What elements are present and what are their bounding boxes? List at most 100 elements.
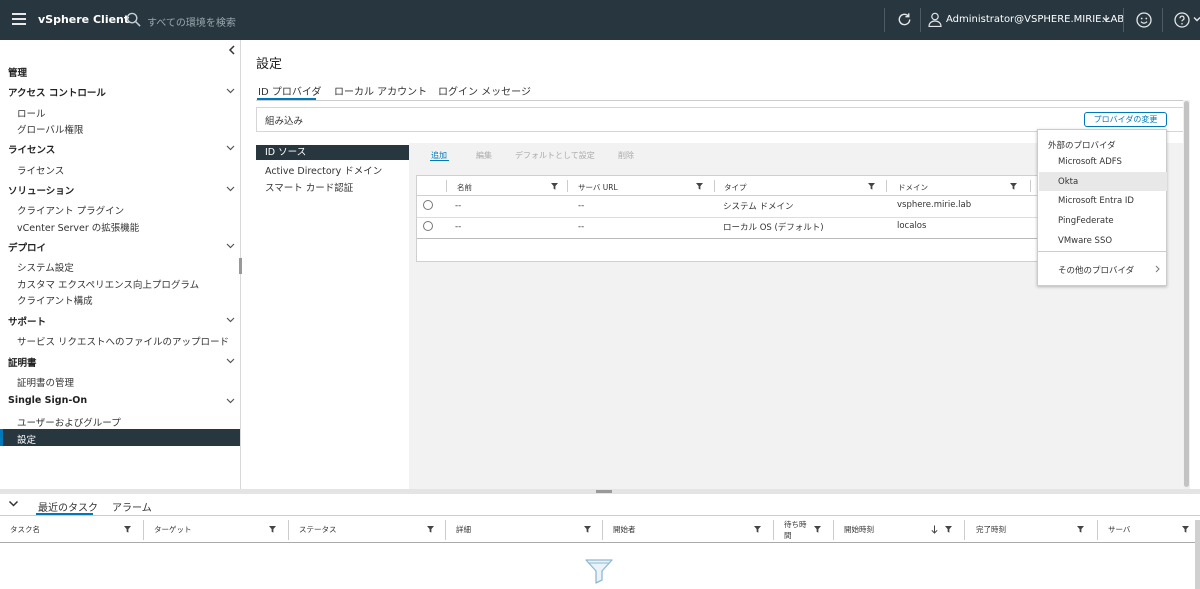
- filter-icon[interactable]: [1010, 183, 1017, 190]
- menu-item-microsoft-adfs[interactable]: Microsoft ADFS: [1058, 157, 1122, 167]
- hamburger-menu-icon[interactable]: [12, 13, 26, 25]
- column-separator[interactable]: [886, 180, 887, 192]
- sidebar-item-licenses[interactable]: ライセンス: [17, 163, 64, 177]
- nav-identity-sources[interactable]: ID ソース: [256, 145, 409, 160]
- filter-icon[interactable]: [427, 526, 434, 533]
- column-separator[interactable]: [964, 520, 965, 540]
- tab-local-accounts[interactable]: ローカル アカウント: [334, 83, 427, 98]
- chevron-down-icon[interactable]: [226, 358, 235, 364]
- column-separator[interactable]: [446, 180, 447, 192]
- column-header-server[interactable]: サーバ: [1108, 524, 1130, 535]
- chevron-down-icon[interactable]: [226, 145, 235, 151]
- help-icon[interactable]: [1174, 12, 1190, 28]
- sidebar-item-global-permissions[interactable]: グローバル権限: [17, 122, 83, 136]
- nav-smart-card-auth[interactable]: スマート カード認証: [265, 180, 353, 194]
- filter-icon[interactable]: [696, 183, 703, 190]
- sidebar-section-access-control[interactable]: アクセス コントロール: [8, 85, 106, 99]
- column-header-initiator[interactable]: 開始者: [613, 524, 636, 535]
- chevron-down-icon[interactable]: [226, 398, 235, 404]
- feedback-smiley-icon[interactable]: [1136, 12, 1152, 28]
- user-icon[interactable]: [928, 12, 942, 27]
- tab-recent-tasks[interactable]: 最近のタスク: [38, 499, 98, 514]
- menu-item-other-providers[interactable]: その他のプロバイダ: [1058, 264, 1134, 276]
- sidebar-item-client-plugins[interactable]: クライアント プラグイン: [17, 203, 124, 217]
- column-header-details[interactable]: 詳細: [456, 524, 471, 535]
- sidebar-item-upload-file[interactable]: サービス リクエストへのファイルのアップロード: [17, 334, 229, 348]
- sidebar-section-deployment[interactable]: デプロイ: [8, 240, 46, 254]
- chevron-down-icon[interactable]: [226, 186, 235, 192]
- column-header-server-url[interactable]: サーバ URL: [578, 182, 618, 193]
- column-header-type[interactable]: タイプ: [724, 182, 747, 193]
- sidebar-item-client-config[interactable]: クライアント構成: [17, 293, 93, 307]
- column-separator[interactable]: [602, 520, 603, 540]
- sidebar-section-certificates[interactable]: 証明書: [8, 355, 37, 369]
- filter-icon[interactable]: [269, 526, 276, 533]
- splitter-handle[interactable]: [596, 490, 612, 493]
- column-separator[interactable]: [773, 520, 774, 540]
- filter-icon[interactable]: [868, 183, 875, 190]
- column-separator[interactable]: [833, 520, 834, 540]
- sidebar-section-solutions[interactable]: ソリューション: [8, 183, 74, 197]
- column-header-start-time[interactable]: 開始時刻: [844, 524, 874, 535]
- column-header-status[interactable]: ステータス: [299, 524, 337, 535]
- refresh-icon[interactable]: [896, 11, 913, 28]
- filter-icon[interactable]: [754, 526, 761, 533]
- column-header-target[interactable]: ターゲット: [154, 524, 192, 535]
- chevron-down-icon[interactable]: [226, 88, 235, 94]
- chevron-down-icon[interactable]: [1101, 14, 1111, 24]
- sidebar-section-support[interactable]: サポート: [8, 314, 46, 328]
- filter-icon[interactable]: [584, 526, 591, 533]
- menu-item-microsoft-entra-id[interactable]: Microsoft Entra ID: [1058, 196, 1134, 206]
- tab-identity-provider[interactable]: ID プロバイダ: [258, 83, 321, 98]
- edit-button[interactable]: 編集: [476, 150, 492, 161]
- row-select-radio[interactable]: [423, 221, 433, 231]
- sort-descending-icon[interactable]: [931, 525, 938, 534]
- menu-item-vmware-sso[interactable]: VMware SSO: [1058, 236, 1112, 246]
- sidebar-item-ceip[interactable]: カスタマ エクスペリエンス向上プログラム: [17, 277, 199, 291]
- filter-icon[interactable]: [1077, 526, 1084, 533]
- column-header-domain[interactable]: ドメイン: [898, 182, 928, 193]
- column-separator[interactable]: [1097, 520, 1098, 540]
- filter-icon[interactable]: [945, 526, 952, 533]
- sidebar-item-cert-management[interactable]: 証明書の管理: [17, 375, 74, 389]
- column-separator[interactable]: [143, 520, 144, 540]
- filter-icon[interactable]: [124, 526, 131, 533]
- column-separator[interactable]: [288, 520, 289, 540]
- column-header-name[interactable]: 名前: [457, 182, 472, 193]
- chevron-right-icon[interactable]: [1155, 265, 1160, 273]
- column-header-completion-time[interactable]: 完了時刻: [976, 524, 1006, 535]
- global-search-input[interactable]: すべての環境を検索: [147, 14, 236, 29]
- collapse-panel-icon[interactable]: [8, 500, 19, 508]
- chevron-down-icon[interactable]: [226, 317, 235, 323]
- change-provider-button[interactable]: プロバイダの変更: [1084, 112, 1167, 127]
- collapse-sidebar-icon[interactable]: [228, 45, 236, 55]
- search-icon[interactable]: [126, 12, 141, 27]
- set-default-button[interactable]: デフォルトとして設定: [515, 150, 595, 161]
- sidebar-item-vcenter-extensions[interactable]: vCenter Server の拡張機能: [17, 220, 139, 234]
- filter-icon[interactable]: [551, 183, 558, 190]
- column-header-task-name[interactable]: タスク名: [10, 524, 40, 535]
- filter-icon[interactable]: [814, 526, 821, 533]
- column-separator[interactable]: [1030, 180, 1031, 192]
- menu-item-okta[interactable]: Okta: [1058, 177, 1078, 187]
- menu-item-pingfederate[interactable]: PingFederate: [1058, 216, 1114, 226]
- column-separator[interactable]: [567, 180, 568, 192]
- delete-button[interactable]: 削除: [618, 150, 634, 161]
- tasks-scrollbar[interactable]: [1195, 520, 1200, 589]
- sidebar-section-licensing[interactable]: ライセンス: [8, 142, 55, 156]
- chevron-down-icon[interactable]: [226, 243, 235, 249]
- nav-active-directory-domain[interactable]: Active Directory ドメイン: [265, 163, 382, 177]
- app-name[interactable]: vSphere Client: [38, 13, 129, 26]
- sidebar-item-settings[interactable]: 設定: [0, 429, 240, 446]
- main-scrollbar-thumb[interactable]: [1184, 101, 1189, 487]
- column-separator[interactable]: [445, 520, 446, 540]
- filter-icon[interactable]: [1182, 526, 1189, 533]
- tab-alarms[interactable]: アラーム: [112, 499, 152, 514]
- column-separator[interactable]: [714, 180, 715, 192]
- column-header-queued-for[interactable]: 待ち時間: [784, 519, 810, 541]
- user-menu[interactable]: Administrator@VSPHERE.MIRIE.LAB: [946, 14, 1124, 25]
- sidebar-item-roles[interactable]: ロール: [17, 106, 46, 120]
- tab-login-message[interactable]: ログイン メッセージ: [438, 83, 531, 98]
- row-select-radio[interactable]: [423, 200, 433, 210]
- sidebar-section-sso[interactable]: Single Sign-On: [8, 395, 87, 406]
